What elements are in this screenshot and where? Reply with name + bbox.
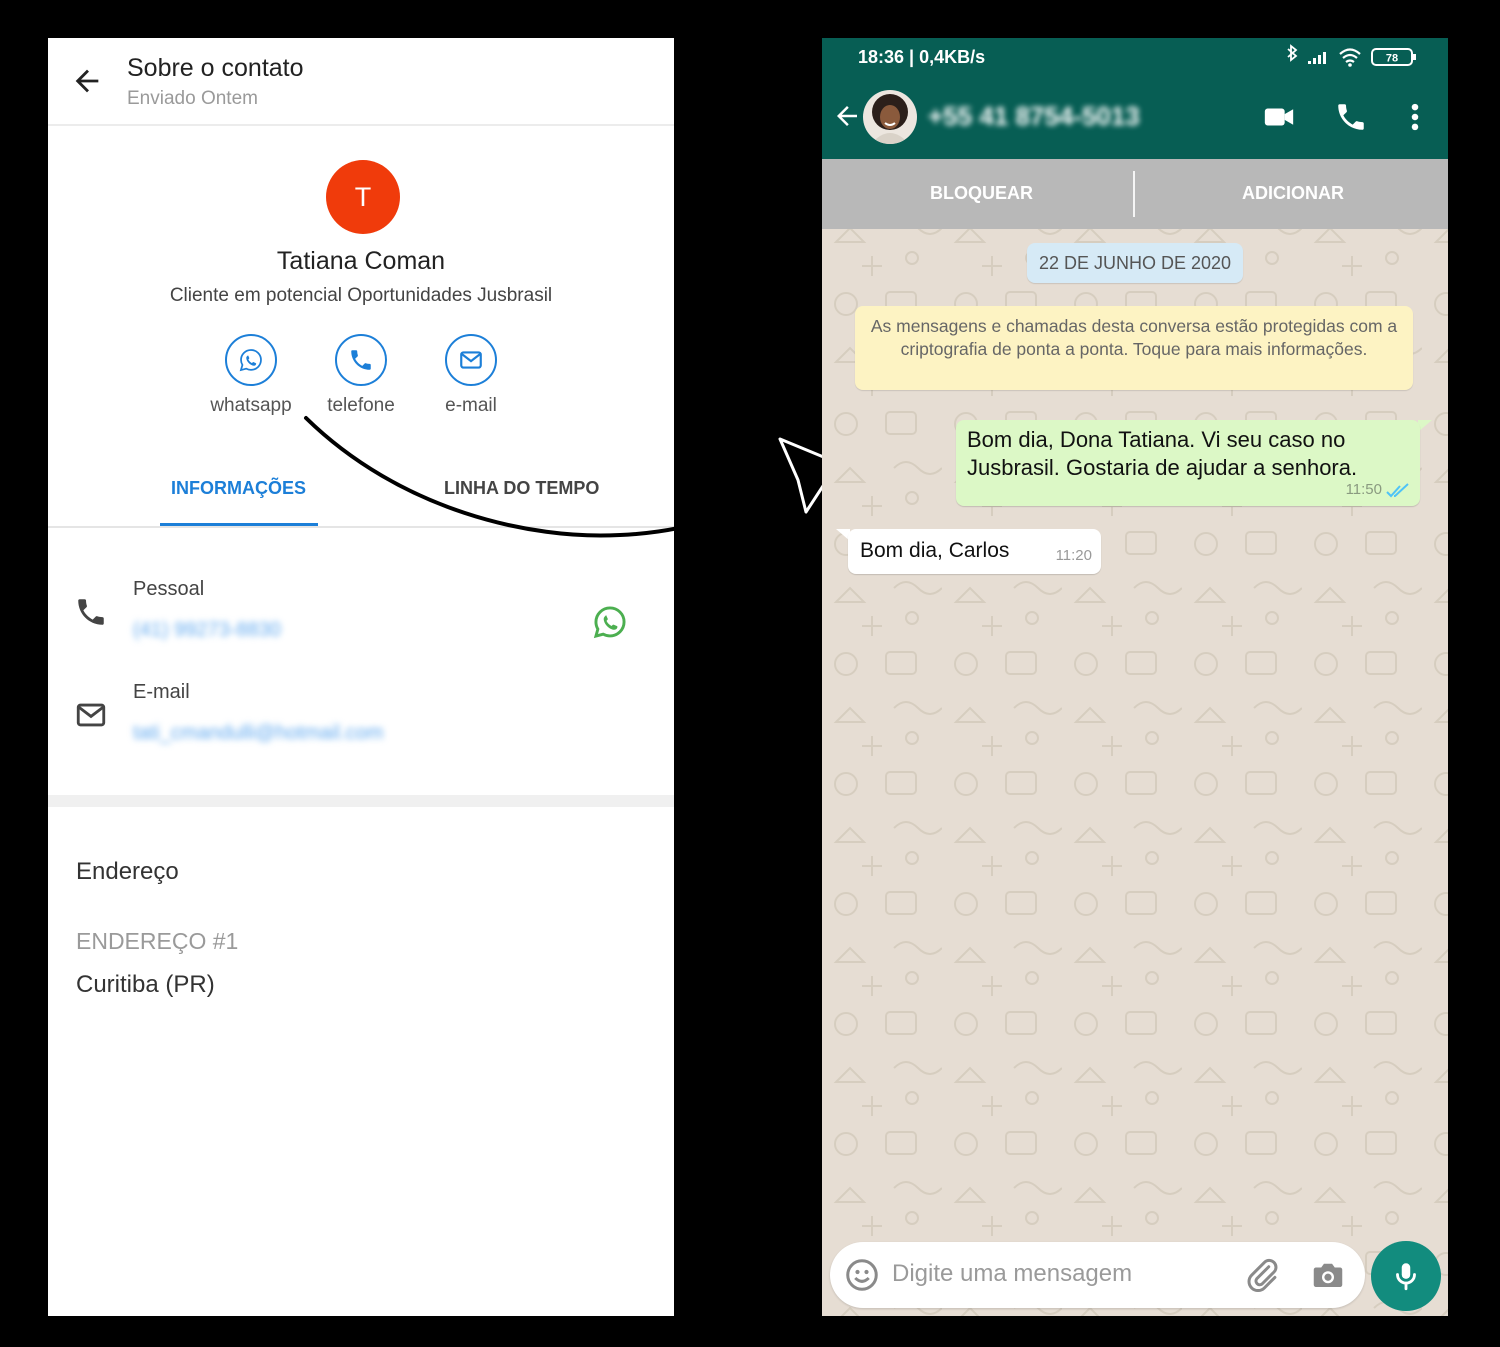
block-button[interactable]: BLOQUEAR (930, 183, 1033, 204)
email-field-label: E-mail (133, 681, 190, 703)
contact-number: +55 41 8754-5013 (928, 101, 1140, 131)
mail-icon (76, 703, 106, 727)
email-field-value[interactable]: tati_cmandulli@hotmail.com (133, 722, 383, 745)
incoming-message[interactable]: Bom dia, Carlos 11:20 (848, 529, 1101, 574)
tab-informacoes[interactable]: INFORMAÇÕES (171, 478, 306, 499)
message-text: Bom dia, Carlos (860, 539, 1010, 562)
status-icons: 78 (1287, 44, 1416, 67)
page-subtitle: Enviado Ontem (127, 88, 258, 109)
message-composer (830, 1242, 1365, 1308)
address-value: Curitiba (PR) (76, 971, 215, 998)
back-arrow-icon[interactable] (832, 101, 862, 131)
emoji-icon[interactable] (844, 1257, 880, 1293)
camera-icon[interactable] (1310, 1257, 1346, 1293)
read-receipt-icon (1386, 483, 1409, 498)
contact-name: Tatiana Coman (276, 247, 446, 275)
outgoing-bubble-tail (1418, 420, 1432, 432)
connector-arrow-icon (304, 416, 840, 538)
whatsapp-icon[interactable] (592, 604, 628, 640)
date-chip: 22 DE JUNHO DE 2020 (1027, 243, 1243, 283)
mail-icon (445, 334, 497, 386)
avatar: T (326, 160, 400, 234)
contact-panel: Sobre o contato Enviado Ontem T Tatiana … (48, 38, 674, 1316)
encryption-notice[interactable]: As mensagens e chamadas desta conversa e… (855, 306, 1413, 390)
contact-header: Sobre o contato Enviado Ontem (48, 38, 674, 126)
address-label: ENDEREÇO #1 (76, 928, 239, 954)
phone-icon (335, 334, 387, 386)
avatar[interactable] (863, 90, 917, 144)
action-bar-separator (1133, 171, 1135, 217)
outgoing-message[interactable]: Bom dia, Dona Tatiana. Vi seu caso no Ju… (956, 420, 1420, 506)
phone-field-value[interactable]: (41) 99273-8830 (133, 619, 281, 642)
battery-icon: 78 (1371, 48, 1416, 66)
video-call-icon[interactable] (1262, 100, 1296, 134)
signal-icon (1308, 52, 1326, 64)
status-time: 18:36 | 0,4KB/s (858, 47, 986, 67)
phone-icon (78, 599, 104, 625)
whatsapp-chat: 18:36 | 0,4KB/s 78 +55 41 8754-5013 BLOQ… (822, 38, 1448, 1316)
chat-header: +55 41 8754-5013 (822, 75, 1448, 159)
back-arrow-icon[interactable] (70, 64, 104, 98)
attachment-icon[interactable] (1244, 1257, 1280, 1293)
whatsapp-icon (225, 334, 277, 386)
chat-wallpaper (822, 38, 1448, 1316)
message-text: Bom dia, Dona Tatiana. Vi seu caso no Ju… (967, 427, 1358, 480)
unknown-contact-bar: BLOQUEAR ADICIONAR (822, 159, 1448, 229)
message-time: 11:50 (1345, 481, 1382, 498)
add-contact-button[interactable]: ADICIONAR (1242, 183, 1344, 204)
contact-tags: Cliente em potencial Oportunidades Jusbr… (169, 285, 553, 306)
phone-field-label: Pessoal (133, 578, 205, 600)
section-divider (48, 795, 674, 807)
status-bar: 18:36 | 0,4KB/s 78 (822, 38, 1448, 75)
microphone-icon (1396, 1263, 1416, 1291)
message-input[interactable] (892, 1254, 1232, 1294)
phone-icon[interactable] (1334, 100, 1368, 134)
voice-message-button[interactable] (1371, 1241, 1441, 1311)
bluetooth-icon (1287, 44, 1298, 62)
address-heading: Endereço (76, 858, 179, 885)
message-time: 11:20 (1055, 547, 1092, 564)
page-title: Sobre o contato (127, 54, 304, 82)
more-options-icon[interactable] (1398, 100, 1432, 134)
wifi-icon (1339, 48, 1361, 67)
svg-text:78: 78 (1386, 53, 1398, 65)
